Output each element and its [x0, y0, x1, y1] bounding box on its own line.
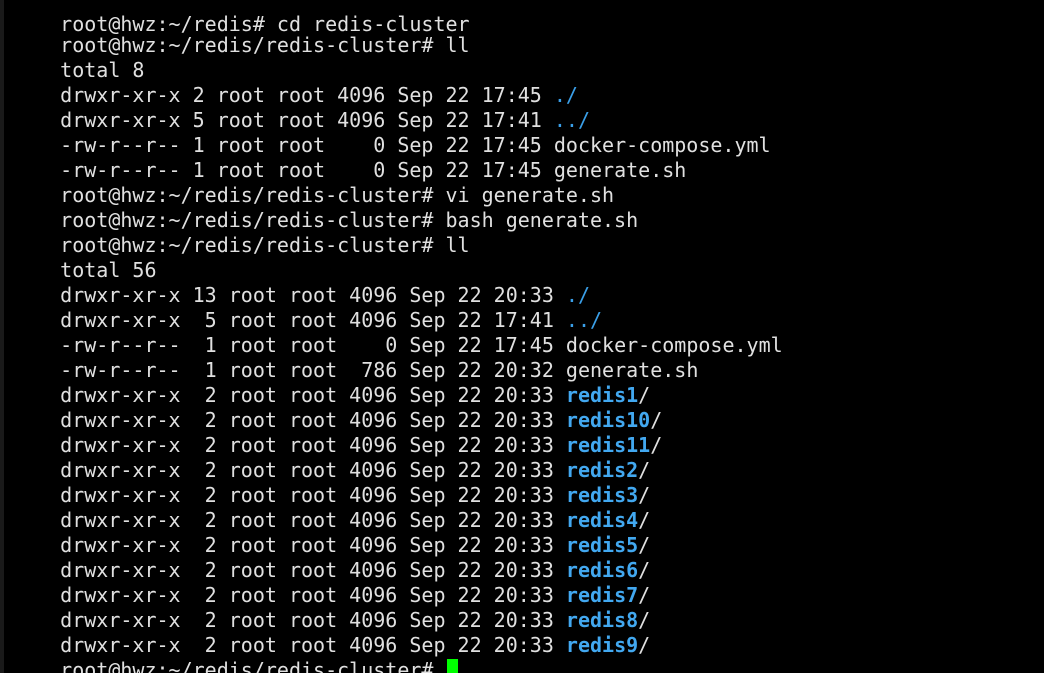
- command-text: bash generate.sh: [445, 208, 639, 232]
- dir-suffix: /: [638, 633, 651, 657]
- terminal-command-line: root@hwz:~/redis/redis-cluster# bash gen…: [12, 183, 638, 232]
- text-cursor[interactable]: [447, 659, 459, 673]
- command-text: ll: [445, 233, 470, 257]
- shell-prompt: root@hwz:~/redis/redis-cluster#: [60, 658, 446, 673]
- listing-row: drwxr-xr-x 2 root root 4096 Sep 22 20:33…: [12, 458, 650, 507]
- listing-row: drwxr-xr-x 2 root root 4096 Sep 22 20:33…: [12, 558, 650, 607]
- listing-row: -rw-r--r-- 1 root root 0 Sep 22 17:45 do…: [12, 108, 770, 157]
- listing-row: -rw-r--r-- 1 root root 0 Sep 22 17:45 do…: [12, 308, 782, 357]
- listing-row: drwxr-xr-x 2 root root 4096 Sep 22 20:33…: [12, 583, 650, 632]
- listing-row: drwxr-xr-x 5 root root 4096 Sep 22 17:41…: [12, 83, 590, 132]
- listing-row: drwxr-xr-x 2 root root 4096 Sep 22 20:33…: [12, 358, 650, 407]
- listing-row: drwxr-xr-x 2 root root 4096 Sep 22 20:33…: [12, 533, 650, 582]
- terminal-input-line[interactable]: root@hwz:~/redis/redis-cluster#: [12, 633, 459, 673]
- dir-name: redis9: [565, 633, 639, 657]
- terminal-window[interactable]: root@hwz:~/redis# cd redis-cluster root@…: [0, 0, 1044, 673]
- listing-row: drwxr-xr-x 5 root root 4096 Sep 22 17:41…: [12, 283, 602, 332]
- listing-row: drwxr-xr-x 2 root root 4096 Sep 22 20:33…: [12, 483, 650, 532]
- listing-row: drwxr-xr-x 2 root root 4096 Sep 22 17:45…: [12, 58, 578, 107]
- window-edge: [0, 0, 4, 673]
- terminal-command-line: root@hwz:~/redis/redis-cluster# ll: [12, 8, 469, 57]
- listing-row: drwxr-xr-x 2 root root 4096 Sep 22 20:33…: [12, 408, 662, 457]
- terminal-output-total: total 56: [12, 233, 156, 282]
- listing-row: drwxr-xr-x 2 root root 4096 Sep 22 20:33…: [12, 508, 650, 557]
- terminal-command-line: root@hwz:~/redis/redis-cluster# ll: [12, 208, 469, 257]
- command-text: ll: [445, 33, 470, 57]
- dir-suffix: /: [650, 433, 663, 457]
- listing-row: drwxr-xr-x 2 root root 4096 Sep 22 20:33…: [12, 433, 650, 482]
- terminal-output-total: total 8: [12, 33, 144, 82]
- listing-row: -rw-r--r-- 1 root root 0 Sep 22 17:45 ge…: [12, 133, 686, 182]
- listing-row: -rw-r--r-- 1 root root 786 Sep 22 20:32 …: [12, 333, 698, 382]
- listing-row: drwxr-xr-x 2 root root 4096 Sep 22 20:33…: [12, 383, 662, 432]
- listing-row: drwxr-xr-x 13 root root 4096 Sep 22 20:3…: [12, 258, 590, 307]
- listing-row: drwxr-xr-x 2 root root 4096 Sep 22 20:33…: [12, 608, 650, 657]
- terminal-command-line: root@hwz:~/redis/redis-cluster# vi gener…: [12, 158, 614, 207]
